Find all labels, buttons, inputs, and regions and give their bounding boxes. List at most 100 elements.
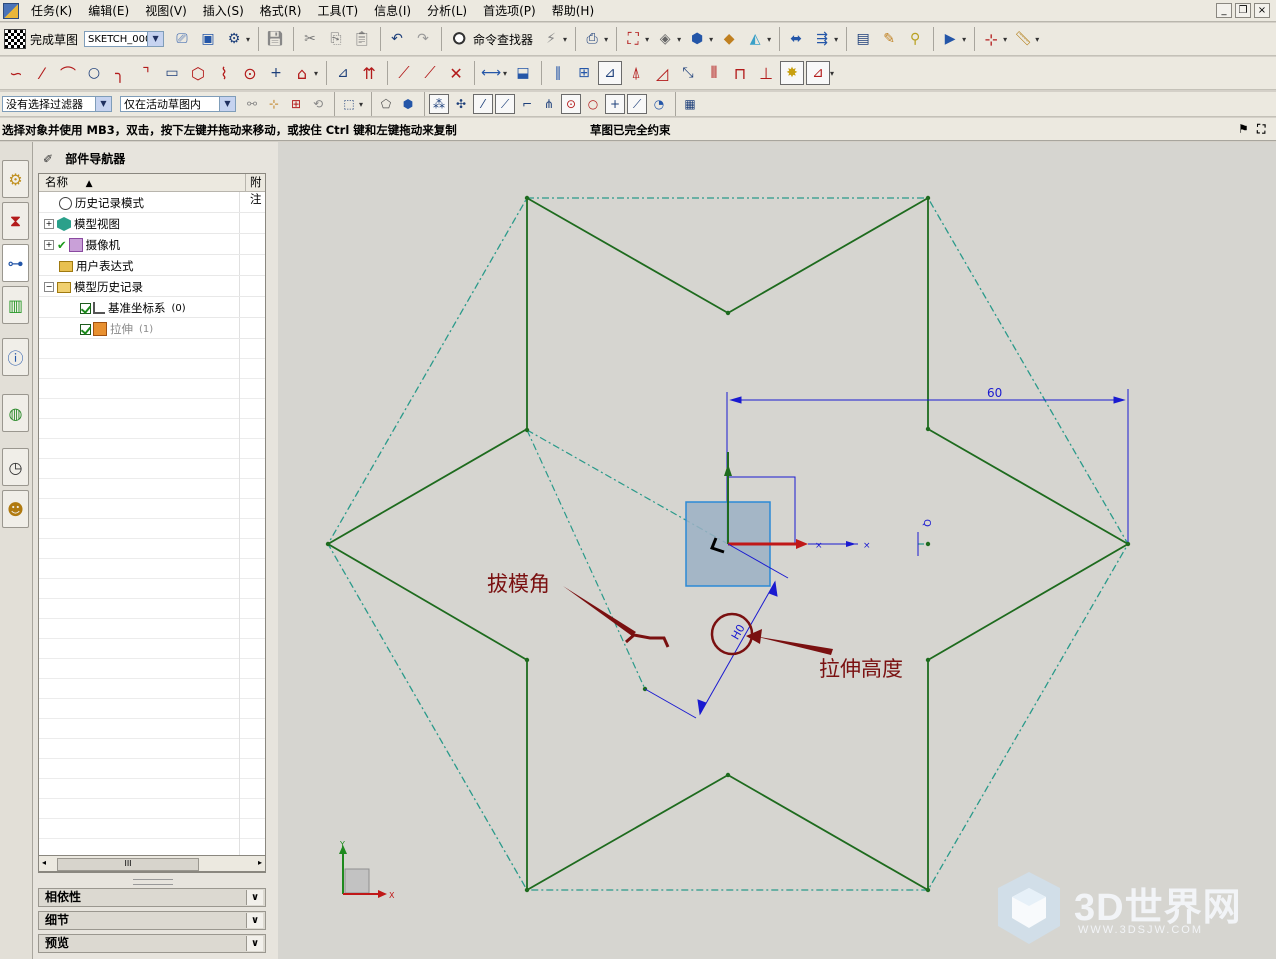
restore-button[interactable]: ❐ xyxy=(1235,3,1251,18)
fillet-icon[interactable]: ╮ xyxy=(108,61,132,85)
make-corner-icon[interactable]: ⟋ xyxy=(392,61,416,85)
visibility-checkbox[interactable] xyxy=(80,302,91,314)
ellipse-icon[interactable]: ⊙ xyxy=(238,61,262,85)
line-icon[interactable]: ⁄ xyxy=(30,61,54,85)
redo-icon[interactable]: ↷ xyxy=(411,27,435,51)
menu-edit[interactable]: 编辑(E) xyxy=(80,0,137,22)
continuous-auto-dim-icon[interactable]: ⊿ xyxy=(806,61,831,85)
checkered-flag-icon[interactable]: ⚑ xyxy=(1238,122,1249,136)
copy-icon[interactable]: ⎘ xyxy=(324,27,348,51)
snap-quadrant-icon[interactable]: ○ xyxy=(583,94,603,114)
reattach-icon[interactable]: ▣ xyxy=(196,27,220,51)
snap-view-icon[interactable]: ▶ xyxy=(938,27,962,51)
minimize-button[interactable]: _ xyxy=(1216,3,1232,18)
tree-row-model-history[interactable]: − 模型历史记录 xyxy=(39,276,265,297)
move-object-icon[interactable]: ⇶ xyxy=(810,27,834,51)
tree-row-extrude[interactable]: 拉伸 (1) xyxy=(39,318,265,339)
point-icon[interactable]: + xyxy=(264,61,288,85)
chevron-down-icon[interactable]: ∨ xyxy=(246,890,263,905)
reset-filter-icon[interactable]: ⟲ xyxy=(308,94,328,114)
command-finder-button[interactable]: 命令查找器 xyxy=(452,31,533,48)
snap-point-on-curve-icon[interactable]: ⟋ xyxy=(627,94,648,114)
undo-icon[interactable]: ↶ xyxy=(385,27,409,51)
intersection-point-icon[interactable]: ✕ xyxy=(444,61,468,85)
studio-spline-icon[interactable]: ⌇ xyxy=(212,61,236,85)
paste-icon[interactable]: 📋︎ xyxy=(350,27,374,51)
dimension-60-label[interactable]: 60 xyxy=(987,386,1002,400)
scroll-right-icon[interactable]: ▸ xyxy=(258,858,262,867)
snap-control-point-icon[interactable]: ⌐ xyxy=(517,94,537,114)
shaded-cube-icon[interactable]: ⬢ xyxy=(685,27,709,51)
menu-format[interactable]: 格式(R) xyxy=(252,0,310,22)
chamfer-icon[interactable]: ⌝ xyxy=(134,61,158,85)
snap-grid-icon[interactable]: ✣ xyxy=(451,94,471,114)
roles-tab[interactable]: ☻ xyxy=(2,490,29,528)
snap-solid-icon[interactable]: ⬢ xyxy=(398,94,418,114)
analysis-icon[interactable]: ⊹ xyxy=(979,27,1003,51)
part-navigator-tab[interactable]: ⊶ xyxy=(2,244,29,282)
menu-help[interactable]: 帮助(H) xyxy=(544,0,602,22)
menu-preferences[interactable]: 首选项(P) xyxy=(475,0,544,22)
constraints-icon[interactable]: ∥ xyxy=(546,61,570,85)
splitter-grip[interactable] xyxy=(133,879,173,885)
scrollbar-thumb[interactable]: III xyxy=(57,858,199,871)
edit-object-display-icon[interactable]: ✎ xyxy=(877,27,901,51)
tree-row-history-mode[interactable]: 历史记录模式 xyxy=(39,192,265,213)
sketch-plane-icon[interactable]: ⎚ xyxy=(170,27,194,51)
wcs-icon[interactable]: ⬌ xyxy=(784,27,808,51)
snap-curve-icon[interactable]: ⬠ xyxy=(376,94,396,114)
assembly-navigator-tab[interactable]: ⚙ xyxy=(2,160,29,198)
selection-filter-select[interactable]: 没有选择过滤器 ▼ xyxy=(2,96,112,112)
reuse-library-tab[interactable]: ▥ xyxy=(2,286,29,324)
color-filter-icon[interactable]: ⊞ xyxy=(286,94,306,114)
general-filter-icon[interactable]: ⚯ xyxy=(242,94,262,114)
box-select-icon[interactable]: ⬚ xyxy=(339,94,359,114)
profile-icon[interactable]: ∽ xyxy=(4,61,28,85)
layer-settings-icon[interactable]: ◆ xyxy=(717,27,741,51)
finish-sketch-button[interactable]: 完成草图 xyxy=(4,29,78,49)
polygon-icon[interactable]: ⬡ xyxy=(186,61,210,85)
pin-icon[interactable]: ✐ xyxy=(43,152,53,166)
fit-view-icon[interactable]: ⛶ xyxy=(621,27,645,51)
app-icon[interactable] xyxy=(3,2,19,19)
quick-extend-icon[interactable]: ⇈ xyxy=(357,61,381,85)
chevron-down-icon[interactable]: ∨ xyxy=(246,936,263,951)
layer-manager-icon[interactable]: ▤ xyxy=(851,27,875,51)
circle-icon[interactable]: ○ xyxy=(82,61,106,85)
menu-tools[interactable]: 工具(T) xyxy=(309,0,366,22)
recent-commands-icon[interactable]: ⚡ xyxy=(539,27,563,51)
expand-icon[interactable]: + xyxy=(44,219,54,229)
fullscreen-icon[interactable]: ⛶ xyxy=(1257,122,1265,137)
menu-insert[interactable]: 插入(S) xyxy=(195,0,252,22)
snap-point-icon[interactable]: ✸ xyxy=(780,61,805,85)
quick-trim-icon[interactable]: ⊿ xyxy=(331,61,355,85)
cut-icon[interactable]: ✂ xyxy=(298,27,322,51)
tree-row-cameras[interactable]: + ✔ 摄像机 xyxy=(39,234,265,255)
column-header-attach[interactable]: 附注 xyxy=(246,174,265,206)
snap-point-on-surface-icon[interactable]: ◔ xyxy=(649,94,669,114)
snap-midpoint-icon[interactable]: ⟋ xyxy=(495,94,516,114)
rendering-style-icon[interactable]: ◈ xyxy=(653,27,677,51)
inferred-dimension-icon[interactable]: ⟷ xyxy=(479,61,503,85)
graphics-window[interactable]: 60 × × Q H0 拔模角 拉伸高度 Y X 3D世界网 WWW.3DSJW… xyxy=(278,142,1276,959)
horizontal-scrollbar[interactable]: ◂ III ▸ xyxy=(38,855,266,872)
show-all-constraints-icon[interactable]: ⊿ xyxy=(598,61,623,85)
panel-details[interactable]: 细节 ∨ xyxy=(38,911,266,930)
snap-bounded-grid-icon[interactable]: ▦ xyxy=(680,94,700,114)
select-tools-icon[interactable]: ⎙ xyxy=(580,27,604,51)
snap-endpoint-icon[interactable]: ⁄ xyxy=(473,94,494,114)
menu-info[interactable]: 信息(I) xyxy=(366,0,419,22)
hd3d-tools-tab[interactable]: ⓘ xyxy=(2,338,29,376)
menu-analysis[interactable]: 分析(L) xyxy=(419,0,475,22)
rectangle-icon[interactable]: ▭ xyxy=(160,61,184,85)
sketch-options-icon[interactable]: ⚙ xyxy=(222,27,246,51)
chevron-down-icon[interactable]: ∨ xyxy=(246,913,263,928)
create-inferred-icon[interactable]: ⊥ xyxy=(754,61,778,85)
snap-arc-center-icon[interactable]: ⊙ xyxy=(561,94,582,114)
menu-view[interactable]: 视图(V) xyxy=(137,0,195,22)
tree-row-model-views[interactable]: + 模型视图 xyxy=(39,213,265,234)
column-header-name[interactable]: 名称 ▲ xyxy=(39,174,246,191)
measure-distance-icon[interactable]: 📏︎ xyxy=(1011,27,1035,51)
navigator-tree[interactable]: 名称 ▲ 附注 历史记录模式 + 模型视图 + ✔ 摄像机 用户表达式 − 模型… xyxy=(38,173,266,873)
menu-task[interactable]: 任务(K) xyxy=(23,0,80,22)
